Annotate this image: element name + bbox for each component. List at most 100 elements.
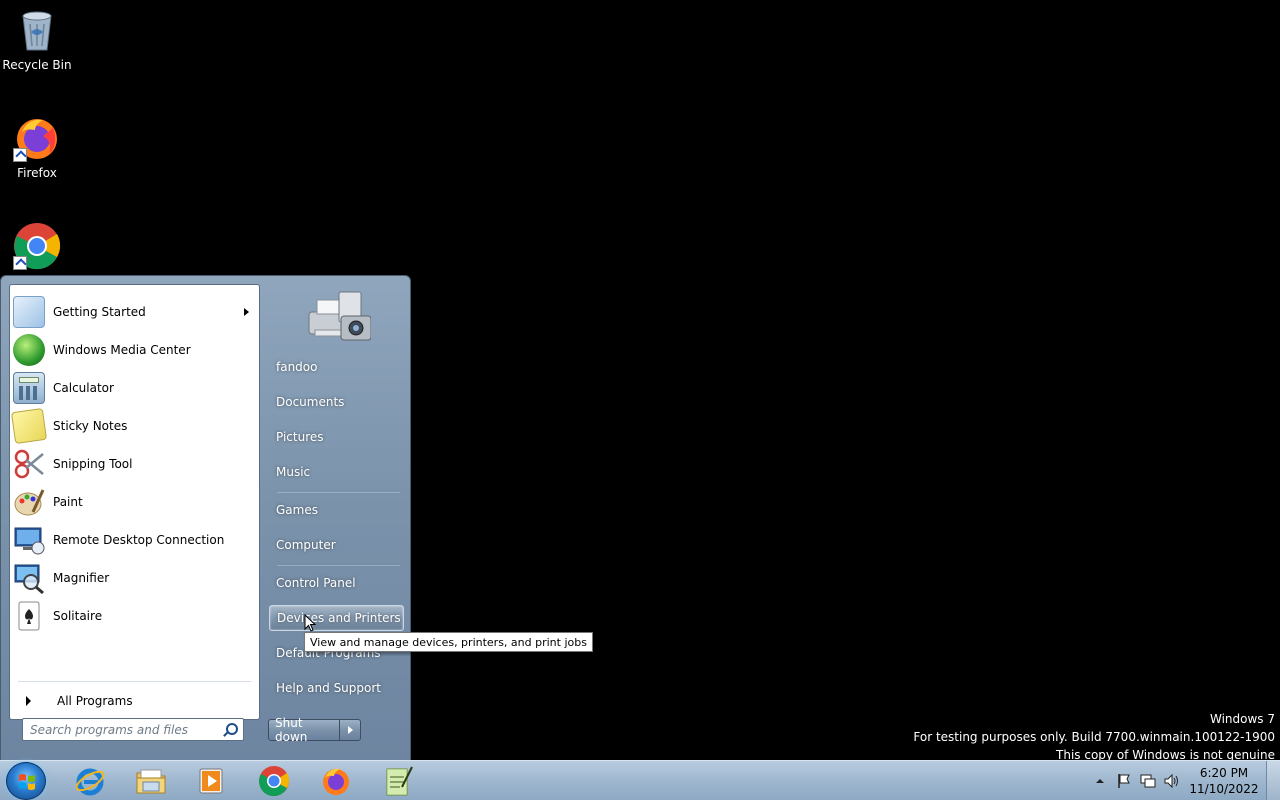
start-link-help-and-support[interactable]: Help and Support: [269, 675, 404, 701]
start-link-label: Games: [276, 503, 318, 517]
start-button[interactable]: [6, 762, 46, 800]
start-link-label: Music: [276, 465, 311, 479]
shortcut-arrow-icon: [13, 256, 27, 270]
network-icon[interactable]: [1139, 772, 1157, 790]
media-center-icon: [13, 334, 45, 366]
desktop-icon-chrome[interactable]: [0, 222, 74, 270]
start-link-games[interactable]: Games: [269, 497, 404, 523]
program-label: Magnifier: [53, 571, 110, 585]
program-label: Getting Started: [53, 305, 146, 319]
start-link-label: Documents: [276, 395, 345, 409]
start-link-pictures[interactable]: Pictures: [269, 424, 404, 450]
taskbar-notepad[interactable]: [371, 764, 425, 798]
clock-time: 6:20 PM: [1199, 766, 1249, 780]
program-magnifier[interactable]: Magnifier: [13, 560, 257, 596]
desktop-icon-firefox[interactable]: Firefox: [0, 114, 74, 180]
program-paint[interactable]: Paint: [13, 484, 257, 520]
taskbar-windows-explorer[interactable]: [124, 764, 178, 798]
chrome-icon: [13, 222, 61, 270]
start-link-label: Computer: [276, 538, 336, 552]
start-link-documents[interactable]: Documents: [269, 389, 404, 415]
program-label: Calculator: [53, 381, 114, 395]
start-link-control-panel[interactable]: Control Panel: [269, 570, 404, 596]
taskbar-firefox[interactable]: [309, 764, 363, 798]
program-solitaire[interactable]: Solitaire: [13, 598, 257, 634]
sticky-notes-icon: [10, 407, 48, 445]
program-snipping-tool[interactable]: Snipping Tool: [13, 446, 257, 482]
program-windows-media-center[interactable]: Windows Media Center: [13, 332, 257, 368]
mouse-cursor-icon: [304, 614, 316, 632]
search-box[interactable]: [22, 718, 244, 741]
program-sticky-notes[interactable]: Sticky Notes: [10, 407, 257, 445]
start-link-label: Control Panel: [276, 576, 356, 590]
snipping-tool-icon: [13, 448, 45, 480]
tooltip: View and manage devices, printers, and p…: [304, 632, 593, 652]
program-remote-desktop-connection[interactable]: Remote Desktop Connection: [13, 522, 257, 558]
calculator-icon: [13, 372, 45, 404]
shortcut-arrow-icon: [13, 148, 27, 162]
magnifier-icon: [13, 562, 45, 595]
search-icon[interactable]: [221, 721, 239, 739]
start-link-label: Help and Support: [276, 681, 381, 695]
solitaire-icon: [13, 600, 45, 632]
separator: [277, 492, 400, 493]
start-link-label: fandoo: [276, 360, 318, 374]
program-label: Remote Desktop Connection: [53, 533, 225, 547]
separator: [277, 565, 400, 566]
chrome-icon: [258, 765, 290, 797]
program-label: Sticky Notes: [53, 419, 128, 433]
firefox-icon: [13, 114, 61, 162]
taskbar-internet-explorer[interactable]: [63, 764, 117, 798]
all-programs-label: All Programs: [57, 694, 133, 708]
recycle-bin-icon: [13, 6, 61, 54]
desktop-icon-label: Recycle Bin: [2, 58, 72, 72]
paint-icon: [13, 486, 45, 518]
program-calculator[interactable]: Calculator: [13, 370, 257, 406]
desktop-icon-label: Firefox: [17, 166, 57, 180]
watermark-line: For testing purposes only. Build 7700.wi…: [913, 730, 1275, 744]
expand-arrow-icon: [26, 696, 31, 706]
watermark-line: Windows 7: [1209, 712, 1275, 726]
internet-explorer-icon: [74, 765, 106, 797]
search-input[interactable]: [23, 719, 221, 740]
shutdown-button[interactable]: Shut down: [269, 716, 340, 744]
action-center-flag-icon[interactable]: [1115, 772, 1133, 790]
shutdown-group: Shut down: [268, 716, 361, 744]
show-desktop-button[interactable]: [1266, 761, 1280, 800]
start-link-label: Pictures: [276, 430, 324, 444]
start-link-user-folder[interactable]: fandoo: [269, 354, 404, 380]
program-label: Windows Media Center: [53, 343, 191, 357]
taskbar: 6:20 PM 11/10/2022: [0, 760, 1280, 800]
volume-icon[interactable]: [1163, 772, 1181, 790]
clock-date: 11/10/2022: [1189, 782, 1259, 796]
windows-logo-icon: [19, 774, 35, 790]
windows-explorer-icon: [135, 765, 167, 797]
taskbar-media-player[interactable]: [185, 764, 239, 798]
media-player-icon: [196, 765, 228, 797]
firefox-icon: [320, 765, 352, 797]
separator: [18, 681, 251, 682]
windows-watermark: Windows 7 For testing purposes only. Bui…: [913, 710, 1275, 764]
devices-printers-picture-icon: [303, 286, 372, 348]
taskbar-chrome[interactable]: [247, 764, 301, 798]
start-link-computer[interactable]: Computer: [269, 532, 404, 558]
program-label: Snipping Tool: [53, 457, 133, 471]
program-label: Solitaire: [53, 609, 103, 623]
shutdown-options-arrow-icon[interactable]: [340, 720, 360, 740]
getting-started-icon: [13, 296, 45, 328]
start-menu: Getting Started Windows Media Center Cal…: [0, 275, 411, 761]
system-tray: 6:20 PM 11/10/2022: [1088, 761, 1280, 800]
start-menu-programs-pane: Getting Started Windows Media Center Cal…: [9, 284, 260, 720]
all-programs-button[interactable]: All Programs: [18, 689, 248, 713]
remote-desktop-icon: [13, 524, 45, 556]
program-getting-started[interactable]: Getting Started: [13, 294, 257, 330]
start-link-label: Devices and Printers: [277, 611, 401, 625]
program-label: Paint: [53, 495, 83, 509]
show-hidden-icons-icon[interactable]: [1091, 772, 1109, 790]
start-link-devices-and-printers[interactable]: Devices and Printers: [269, 605, 404, 631]
desktop-icon-recycle-bin[interactable]: Recycle Bin: [0, 6, 74, 72]
clock[interactable]: 6:20 PM 11/10/2022: [1188, 765, 1260, 797]
notepad-icon: [382, 765, 414, 797]
submenu-arrow-icon: [244, 308, 249, 316]
start-link-music[interactable]: Music: [269, 459, 404, 485]
